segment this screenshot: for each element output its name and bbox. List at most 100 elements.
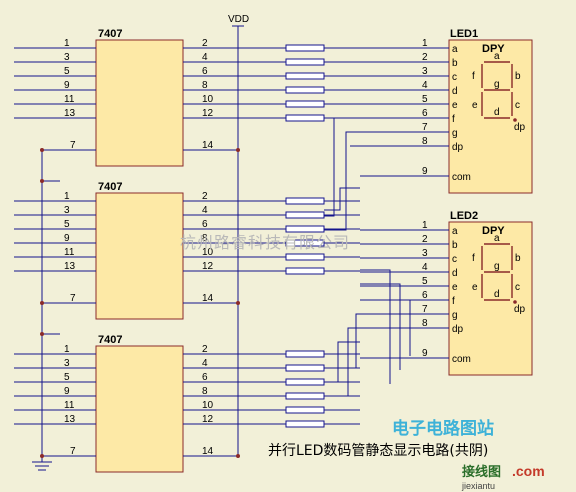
resistor: [285, 420, 325, 428]
input-pin-number: 11: [64, 400, 75, 411]
vcc-pin-number: 14: [202, 293, 214, 304]
display-name: LED2: [450, 210, 478, 222]
segment-label: d: [494, 289, 500, 300]
display-pin-number: 5: [422, 94, 428, 105]
resistor: [285, 197, 325, 205]
input-pin-number: 5: [64, 66, 70, 77]
resistor: [285, 211, 325, 219]
segment-label: f: [472, 253, 475, 264]
display-pin-number: 3: [422, 66, 428, 77]
output-pin-number: 2: [202, 191, 208, 202]
output-pin-number: 2: [202, 38, 208, 49]
chip-name: 7407: [98, 181, 122, 193]
output-pin-number: 10: [202, 400, 214, 411]
segment-label: c: [515, 100, 520, 111]
input-pin-number: 3: [64, 358, 70, 369]
gnd-pin-number: 7: [70, 140, 76, 151]
segment-label: b: [515, 71, 521, 82]
output-pin-number: 6: [202, 66, 208, 77]
display-pin-number: 6: [422, 108, 428, 119]
input-pin-number: 3: [64, 52, 70, 63]
segment-label: g: [494, 79, 500, 90]
input-pin-number: 13: [64, 108, 76, 119]
display-pin-name: c: [452, 72, 457, 83]
bus-wire: [324, 187, 360, 211]
junction-dot: [40, 454, 44, 458]
site-logo-url: jiexiantu: [461, 481, 495, 491]
circuit-caption: 并行LED数码管静态显示电路(共阴): [268, 443, 488, 459]
display-pin-name: b: [452, 58, 458, 69]
junction-dot: [40, 148, 44, 152]
display-pin-name: com: [452, 354, 471, 365]
resistor: [285, 378, 325, 386]
input-pin-number: 3: [64, 205, 70, 216]
display-pin-number: 9: [422, 166, 428, 177]
bus-wire: [324, 341, 360, 383]
site-logo-text: 接线图: [462, 464, 501, 480]
display-pin-number: 9: [422, 348, 428, 359]
display-body: [448, 39, 533, 194]
circuit-schematic: VDD 74071 23 45 69 811 1013 127 1474071 23 45 69 81…: [14, 14, 545, 491]
input-pin-number: 1: [64, 191, 70, 202]
site-watermark: 电子电路图站: [392, 418, 494, 439]
resistor: [285, 114, 325, 122]
display-pin-number: 2: [422, 234, 428, 245]
display-pin-name: com: [452, 172, 471, 183]
bus-wire: [324, 327, 360, 397]
segment-label: dp: [514, 122, 526, 133]
segment-label: e: [472, 282, 478, 293]
gnd-pin-number: 7: [70, 446, 76, 457]
segment-label: d: [494, 107, 500, 118]
output-pin-number: 4: [202, 205, 208, 216]
output-pin-number: 12: [202, 414, 214, 425]
junction-dot: [236, 148, 240, 152]
display-pin-number: 7: [422, 122, 428, 133]
segment-label: a: [494, 233, 500, 244]
resistor-array-1: [285, 44, 360, 122]
bus-wire: [360, 283, 401, 370]
input-pin-number: 1: [64, 344, 70, 355]
output-pin-number: 6: [202, 372, 208, 383]
bus-wire: [324, 313, 360, 369]
output-pin-number: 4: [202, 358, 208, 369]
vcc-pin-number: 14: [202, 446, 214, 457]
input-pin-number: 11: [64, 247, 75, 258]
input-pin-number: 13: [64, 414, 76, 425]
junction-dot: [236, 301, 240, 305]
segment-label: f: [472, 71, 475, 82]
display-pin-name: f: [452, 296, 455, 307]
company-watermark: 杭州路睿科技有限公司: [180, 234, 350, 252]
vdd-label: VDD: [228, 14, 249, 25]
display-pin-name: c: [452, 254, 457, 265]
input-pin-number: 11: [64, 94, 75, 105]
schematic-canvas: VDD 7407 1 2 3 4 5 6 9 8 11 10 13 12 7 14 7407 1 2 3 4 5 6 9 8 1…: [0, 0, 576, 492]
gnd-pin-number: 7: [70, 293, 76, 304]
display-pin-number: 5: [422, 276, 428, 287]
display-pin-number: 1: [422, 220, 428, 231]
output-pin-number: 8: [202, 386, 208, 397]
resistor: [285, 72, 325, 80]
display-pin-name: g: [452, 310, 458, 321]
display-pin-name: b: [452, 240, 458, 251]
led-displays: LED1DPY1a2b3c4d5e6f7g8dp9comabcdefgdpLED…: [360, 28, 533, 376]
input-pin-number: 5: [64, 219, 70, 230]
junction-dot: [40, 179, 44, 183]
output-pin-number: 12: [202, 261, 214, 272]
resistor: [285, 267, 325, 275]
led-display-1: LED1DPY1a2b3c4d5e6f7g8dp9comabcdefgdp: [360, 28, 533, 194]
output-pin-number: 4: [202, 52, 208, 63]
display-pin-number: 3: [422, 248, 428, 259]
display-pin-name: f: [452, 114, 455, 125]
display-pin-name: e: [452, 100, 458, 111]
display-pin-name: dp: [452, 324, 464, 335]
segment-label: b: [515, 253, 521, 264]
display-pin-number: 6: [422, 290, 428, 301]
site-logo-com: .com: [512, 463, 545, 479]
resistor: [285, 350, 325, 358]
input-pin-number: 9: [64, 233, 70, 244]
display-pin-name: a: [452, 44, 458, 55]
output-pin-number: 6: [202, 219, 208, 230]
display-pin-name: a: [452, 226, 458, 237]
chip-name: 7407: [98, 28, 122, 40]
display-pin-number: 2: [422, 52, 428, 63]
